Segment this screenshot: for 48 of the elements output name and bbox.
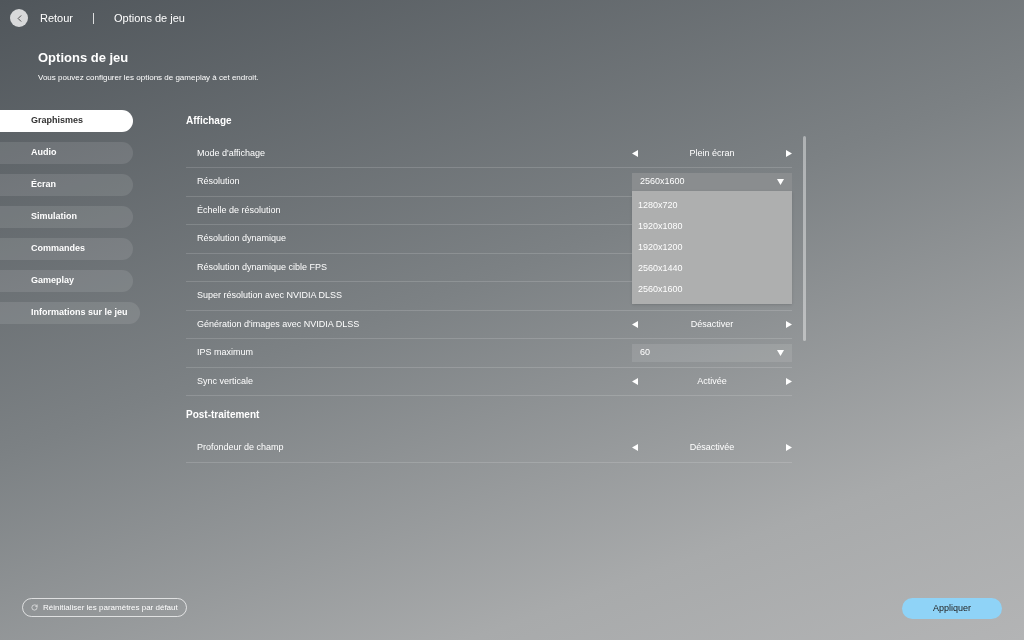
setting-label: Mode d'affichage bbox=[197, 146, 266, 160]
dropdown-option[interactable]: 1920x1200 bbox=[632, 236, 792, 258]
option-value: Activée bbox=[697, 374, 727, 388]
sidebar-tab[interactable]: Graphismes bbox=[0, 109, 133, 132]
left-arrow-icon[interactable] bbox=[632, 377, 638, 385]
left-arrow-icon[interactable] bbox=[632, 444, 638, 452]
setting-label: Profondeur de champ bbox=[197, 441, 284, 454]
back-button[interactable] bbox=[10, 9, 28, 27]
setting-label: Super résolution avec NVIDIA DLSS bbox=[197, 289, 343, 302]
left-arrow-icon[interactable] bbox=[632, 149, 638, 157]
apply-button[interactable]: Appliquer bbox=[902, 598, 1002, 619]
dropdown-select[interactable]: 60 bbox=[632, 343, 792, 362]
dropdown-option[interactable]: 1280x720 bbox=[632, 194, 792, 216]
scrollbar[interactable] bbox=[803, 135, 806, 341]
setting-label: Résolution bbox=[197, 175, 240, 188]
sidebar-tab[interactable]: Gameplay bbox=[0, 269, 133, 292]
setting-label: Résolution dynamique bbox=[197, 232, 287, 245]
setting-label: Échelle de résolution bbox=[197, 203, 281, 217]
sidebar-tab[interactable]: Informations sur le jeu bbox=[0, 301, 140, 324]
section-title: Post-traitement bbox=[186, 408, 261, 422]
option-value: Désactivée bbox=[689, 441, 735, 454]
setting-label: Sync verticale bbox=[197, 374, 254, 388]
dropdown-option[interactable]: 2560x1600 bbox=[632, 278, 792, 300]
right-arrow-icon[interactable] bbox=[786, 444, 792, 452]
left-arrow-icon[interactable] bbox=[632, 320, 638, 328]
page-title: Options de jeu bbox=[38, 49, 130, 67]
sidebar-tab[interactable]: Audio bbox=[0, 141, 133, 164]
right-arrow-icon[interactable] bbox=[786, 149, 792, 157]
setting-label: Résolution dynamique cible FPS bbox=[197, 260, 328, 274]
dropdown-select[interactable]: 2560x1600 bbox=[632, 172, 792, 191]
setting-label: Génération d'images avec NVIDIA DLSS bbox=[197, 317, 360, 331]
dropdown-option[interactable]: 1920x1080 bbox=[632, 215, 792, 237]
reset-icon bbox=[31, 604, 38, 611]
sidebar-tab[interactable]: Simulation bbox=[0, 205, 133, 228]
sidebar-tab[interactable]: Écran bbox=[0, 173, 133, 196]
option-value: Plein écran bbox=[689, 146, 735, 160]
caret-icon bbox=[777, 349, 784, 356]
right-arrow-icon[interactable] bbox=[786, 320, 792, 328]
caret-icon bbox=[777, 178, 784, 185]
setting-label: IPS maximum bbox=[197, 346, 253, 359]
section-title: Affichage bbox=[186, 113, 233, 128]
breadcrumb-title: Options de jeu bbox=[114, 10, 185, 26]
option-value: Désactiver bbox=[690, 317, 734, 331]
page-subtitle: Vous pouvez configurer les options de gameplay à cet endroit. bbox=[38, 71, 260, 84]
back-link[interactable]: Retour bbox=[40, 9, 74, 27]
sidebar-tab[interactable]: Commandes bbox=[0, 237, 133, 260]
right-arrow-icon[interactable] bbox=[786, 377, 792, 385]
dropdown-option[interactable]: 2560x1440 bbox=[632, 257, 792, 279]
